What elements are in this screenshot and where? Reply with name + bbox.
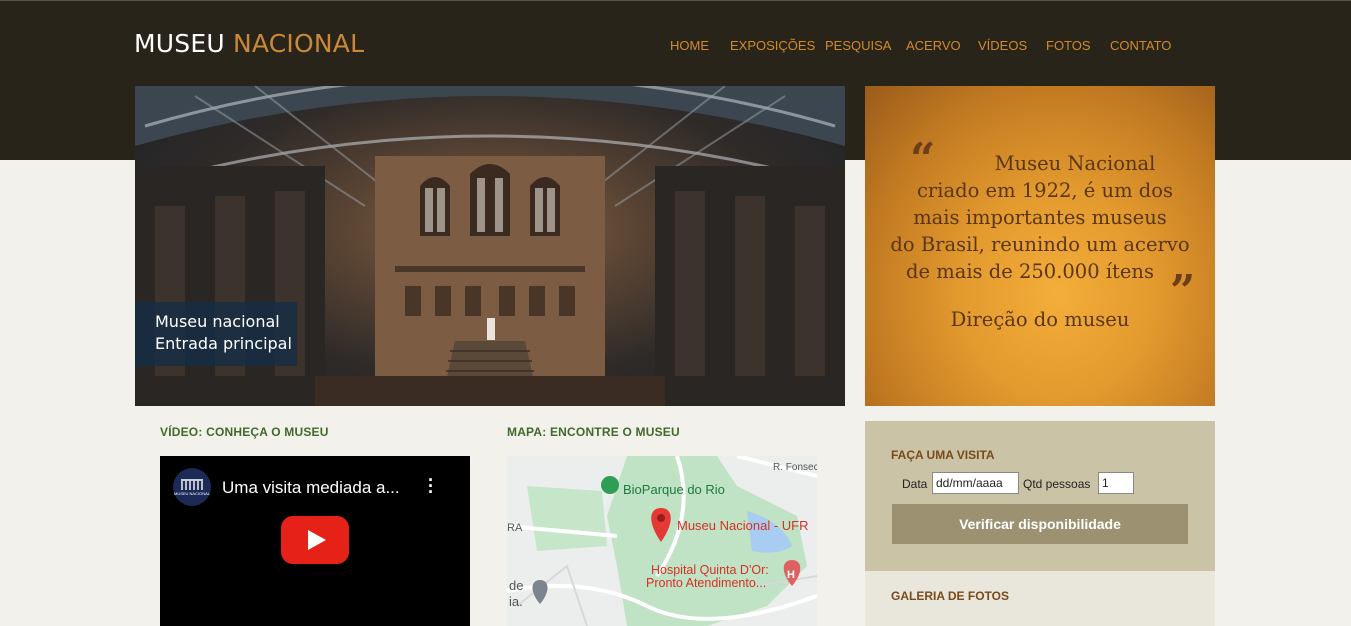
map-label-street: R. Fonsec [773,462,817,473]
hero-caption-line2: Entrada principal [155,334,292,353]
date-label: Data [902,477,928,491]
map-section-title: MAPA: ENCONTRE O MUSEU [507,425,680,439]
map-label-park: BioParque do Rio [623,482,725,497]
nav-home[interactable]: HOME [670,38,709,53]
play-button-icon[interactable] [281,516,349,564]
map-label-hospital-line2: Pronto Atendimento... [646,576,766,590]
park-pin-icon[interactable] [601,476,619,494]
map-label-edge-bottom2: ia. [509,594,523,609]
visit-booking-panel: FAÇA UMA VISITA Data dd/mm/aaaa Qtd pess… [865,421,1215,571]
museum-channel-icon: MUSEU NACIONAL [174,479,211,496]
map-label-edge-top: RA [507,522,523,534]
check-availability-button[interactable]: Verificar disponibilidade [892,504,1188,544]
quote-line-2: criado em 1922, é um dos [917,179,1173,202]
quote-box: “ Museu Nacional criado em 1922, é um do… [865,86,1215,406]
hero-caption-line1: Museu nacional [155,312,280,331]
channel-badge-text: MUSEU NACIONAL [174,491,211,496]
map-label-museum: Museu Nacional - UFR [677,518,809,533]
photo-gallery: GALERIA DE FOTOS [865,571,1215,626]
logo-text-museu: MUSEU [134,29,225,58]
nav-videos[interactable]: VÍDEOS [978,38,1027,53]
people-quantity-input[interactable]: 1 [1098,472,1134,494]
quote-author: Direção do museu [950,308,1130,331]
quote-line-3: mais importantes museus [913,206,1167,229]
nav-contato[interactable]: CONTATO [1110,38,1171,53]
channel-avatar[interactable]: MUSEU NACIONAL [173,468,211,506]
hero-caption: Museu nacional Entrada principal [135,302,297,366]
svg-text:H: H [787,569,795,581]
nav-fotos[interactable]: FOTOS [1046,38,1091,53]
quote-line-1: Museu Nacional [994,152,1156,175]
video-player[interactable]: MUSEU NACIONAL Uma visita mediada a... ·… [160,456,470,626]
people-label: Qtd pessoas [1023,477,1091,491]
gallery-title: GALERIA DE FOTOS [891,589,1010,603]
logo-text-nacional: NACIONAL [233,29,365,58]
video-title[interactable]: Uma visita mediada a... [222,478,400,498]
date-input[interactable]: dd/mm/aaaa [932,472,1019,494]
map-label-hospital-line1: Hospital Quinta D'Or: [651,563,769,577]
more-options-icon[interactable]: · · · [428,471,434,501]
nav-exposicoes[interactable]: EXPOSIÇÕES [730,38,815,53]
nav-acervo[interactable]: ACERVO [906,38,961,53]
site-logo[interactable]: MUSEU NACIONAL [134,29,364,58]
embedded-map[interactable]: BioParque do Rio R. Fonsec RA Museu Naci… [507,456,817,626]
video-section-title: VÍDEO: CONHEÇA O MUSEU [160,425,329,439]
quote-line-5: de mais de 250.000 ítens [905,260,1154,283]
nav-pesquisa[interactable]: PESQUISA [825,38,891,53]
visit-title: FAÇA UMA VISITA [891,448,995,462]
map-label-edge-bottom1: de [509,578,523,593]
map-illustration: BioParque do Rio R. Fonsec RA Museu Naci… [507,456,817,626]
quote-line-4: do Brasil, reunindo um acervo [890,233,1190,256]
